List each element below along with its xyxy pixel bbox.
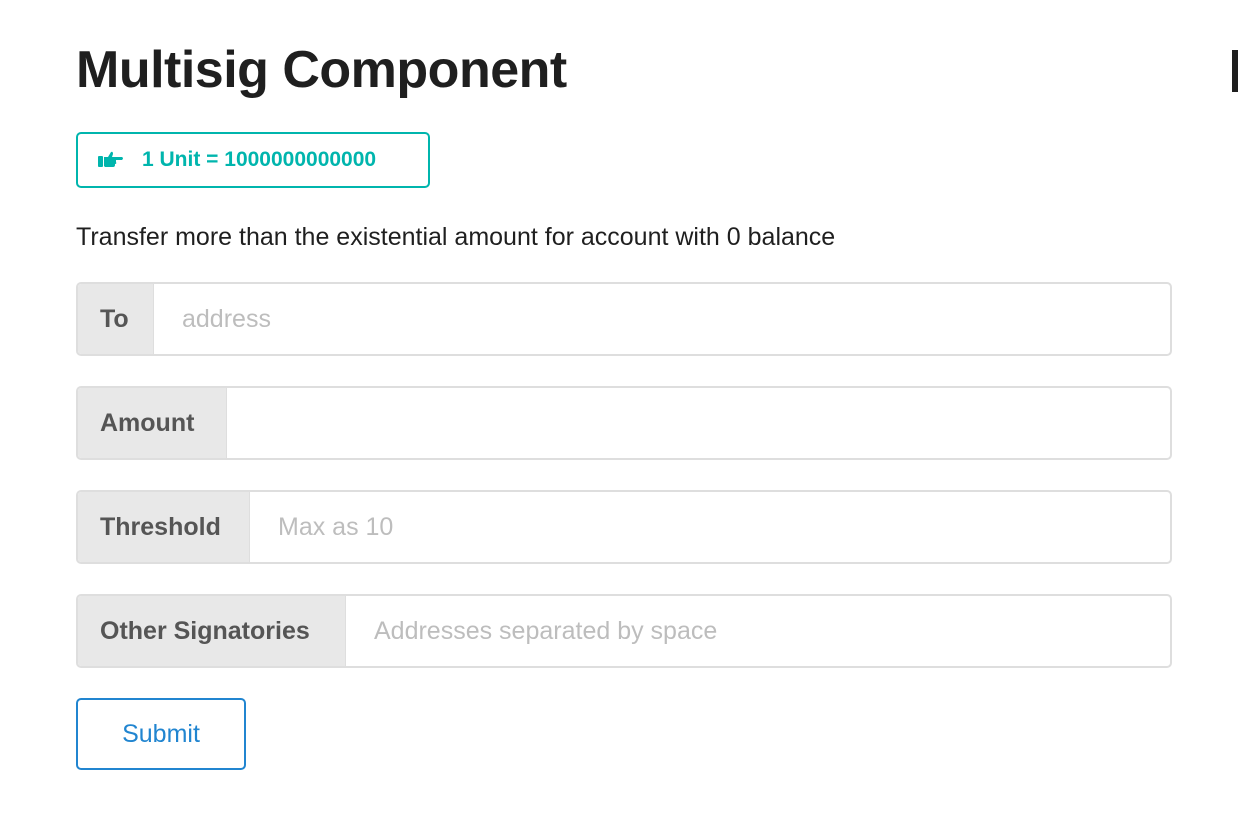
- page-title: Multisig Component: [76, 41, 567, 99]
- pointing-hand-icon: [98, 150, 124, 170]
- existential-amount-note: Transfer more than the existential amoun…: [76, 223, 836, 251]
- clipped-heading-fragment: [1232, 50, 1238, 92]
- other-signatories-label: Other Signatories: [78, 596, 346, 666]
- amount-label: Amount: [78, 388, 227, 458]
- to-field: To: [76, 282, 1172, 356]
- other-signatories-input[interactable]: [346, 596, 1170, 666]
- to-address-input[interactable]: [154, 284, 1170, 354]
- unit-badge-text: 1 Unit = 1000000000000: [142, 148, 377, 171]
- page: Multisig Component 1 Unit = 100000000000…: [0, 0, 1238, 820]
- to-label: To: [78, 284, 154, 354]
- submit-button[interactable]: Submit: [76, 698, 246, 770]
- amount-input[interactable]: [227, 388, 1170, 458]
- other-signatories-field: Other Signatories: [76, 594, 1172, 668]
- threshold-label: Threshold: [78, 492, 250, 562]
- unit-badge: 1 Unit = 1000000000000: [76, 132, 430, 188]
- amount-field: Amount: [76, 386, 1172, 460]
- threshold-field: Threshold: [76, 490, 1172, 564]
- threshold-input[interactable]: [250, 492, 1170, 562]
